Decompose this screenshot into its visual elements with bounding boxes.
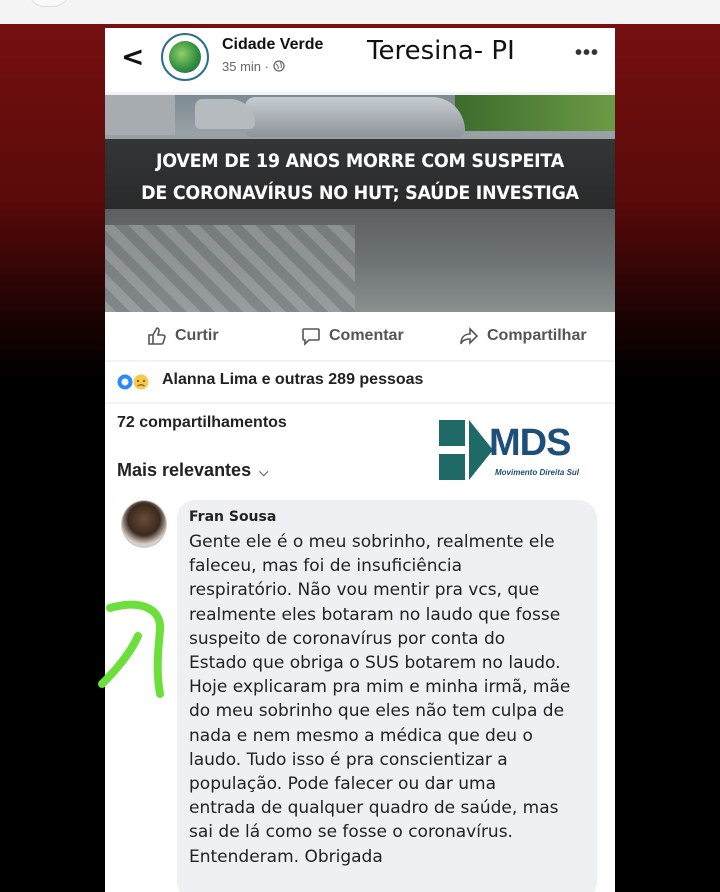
comment-line: sai de lá como se fosse o coronavírus.: [189, 822, 513, 843]
greenery: [455, 95, 615, 131]
comment-line: faleceu, mas foi de insuficiência: [189, 556, 463, 577]
logo-block: [439, 420, 465, 446]
comment-line: Entenderam. Obrigada: [189, 846, 383, 867]
chevron-down-icon: ⌵: [259, 465, 269, 479]
comment-line: respiratório. Não vou mentir pra vcs, qu…: [189, 580, 540, 601]
comment-line: suspeito de coronavírus por conta do: [189, 628, 506, 649]
facebook-post-screenshot: < Cidade Verde 35 min · Teresina- PI •••…: [105, 28, 615, 892]
car-shape: [105, 95, 175, 135]
comment-bubble: Fran Sousa Gente ele é o meu sobrinho, r…: [177, 500, 597, 892]
page-name[interactable]: Cidade Verde: [222, 36, 323, 54]
commenter-avatar[interactable]: [121, 500, 167, 548]
logo-block: [439, 454, 465, 480]
comment-line: realmente eles botaram no laudo que foss…: [189, 604, 561, 625]
page-logo-icon: [169, 41, 201, 73]
headline: JOVEM DE 19 ANOS MORRE COM SUSPEITA DE C…: [135, 145, 586, 209]
sort-label: Mais relevantes: [117, 460, 252, 480]
share-button[interactable]: Compartilhar: [459, 326, 587, 346]
share-icon: [460, 327, 479, 345]
post-header: < Cidade Verde 35 min · Teresina- PI •••: [105, 28, 615, 92]
comment-line: laudo. Tudo isso é pra conscientizar a: [189, 749, 508, 770]
comment-label: Comentar: [329, 327, 404, 344]
post-image[interactable]: JOVEM DE 19 ANOS MORRE COM SUSPEITA DE C…: [105, 95, 615, 312]
location-overlay: Teresina- PI: [367, 36, 515, 66]
thumbs-up-icon: [148, 327, 166, 345]
like-label: Curtir: [175, 327, 219, 344]
comment-button[interactable]: Comentar: [301, 326, 404, 346]
sort-dropdown[interactable]: Mais relevantes ⌵: [117, 460, 268, 481]
comment-icon: [302, 328, 320, 346]
page-avatar[interactable]: [161, 33, 209, 81]
like-button[interactable]: Curtir: [147, 326, 219, 346]
reactions-row[interactable]: Alanna Lima e outras 289 pessoas: [105, 362, 615, 402]
cobblestone-area: [105, 225, 355, 312]
comment-line: Hoje explicaram pra mim e minha irmã, mã…: [189, 677, 571, 698]
avatar-edge: [28, 0, 70, 7]
comment-line: entrada de qualquer quadro de saúde, mas: [189, 798, 559, 819]
comment-text: Gente ele é o meu sobrinho, realmente el…: [189, 530, 589, 869]
comment-line: nada e nem mesmo a médica que deu o: [189, 725, 533, 746]
action-bar: Curtir Comentar Compartilhar: [105, 312, 615, 360]
logo-text: MDS: [489, 422, 571, 464]
comment-line: Estado que obriga o SUS botarem no laudo…: [189, 653, 561, 674]
reactions-text: Alanna Lima e outras 289 pessoas: [162, 371, 424, 388]
sad-reaction-icon: [133, 374, 149, 390]
top-strip: [0, 0, 720, 24]
comment-line: população. Pode falecer ou dar uma: [189, 774, 496, 795]
comment-line: Gente ele é o meu sobrinho, realmente el…: [189, 532, 555, 552]
car-shape: [245, 97, 465, 137]
green-annotation-mark: [98, 600, 165, 698]
headline-line-2: DE CORONAVÍRUS NO HUT; SAÚDE INVESTIGA: [141, 182, 579, 204]
more-horizontal-icon[interactable]: •••: [575, 42, 599, 65]
logo-subtitle: Movimento Direita Sul: [495, 468, 580, 477]
comment-author[interactable]: Fran Sousa: [189, 509, 276, 525]
globe-icon: [272, 60, 285, 72]
comment-line: do meu sobrinho que eles não tem culpa d…: [189, 701, 565, 722]
post-meta: 35 min ·: [222, 59, 285, 74]
share-label: Compartilhar: [487, 327, 587, 344]
reaction-icons: [117, 374, 149, 390]
shares-count[interactable]: 72 compartilhamentos: [117, 414, 287, 432]
chevron-left-icon[interactable]: <: [121, 40, 144, 73]
mds-watermark-logo: MDS Movimento Direita Sul: [439, 420, 589, 484]
post-time: 35 min ·: [222, 59, 269, 74]
headline-line-1: JOVEM DE 19 ANOS MORRE COM SUSPEITA: [156, 150, 564, 172]
